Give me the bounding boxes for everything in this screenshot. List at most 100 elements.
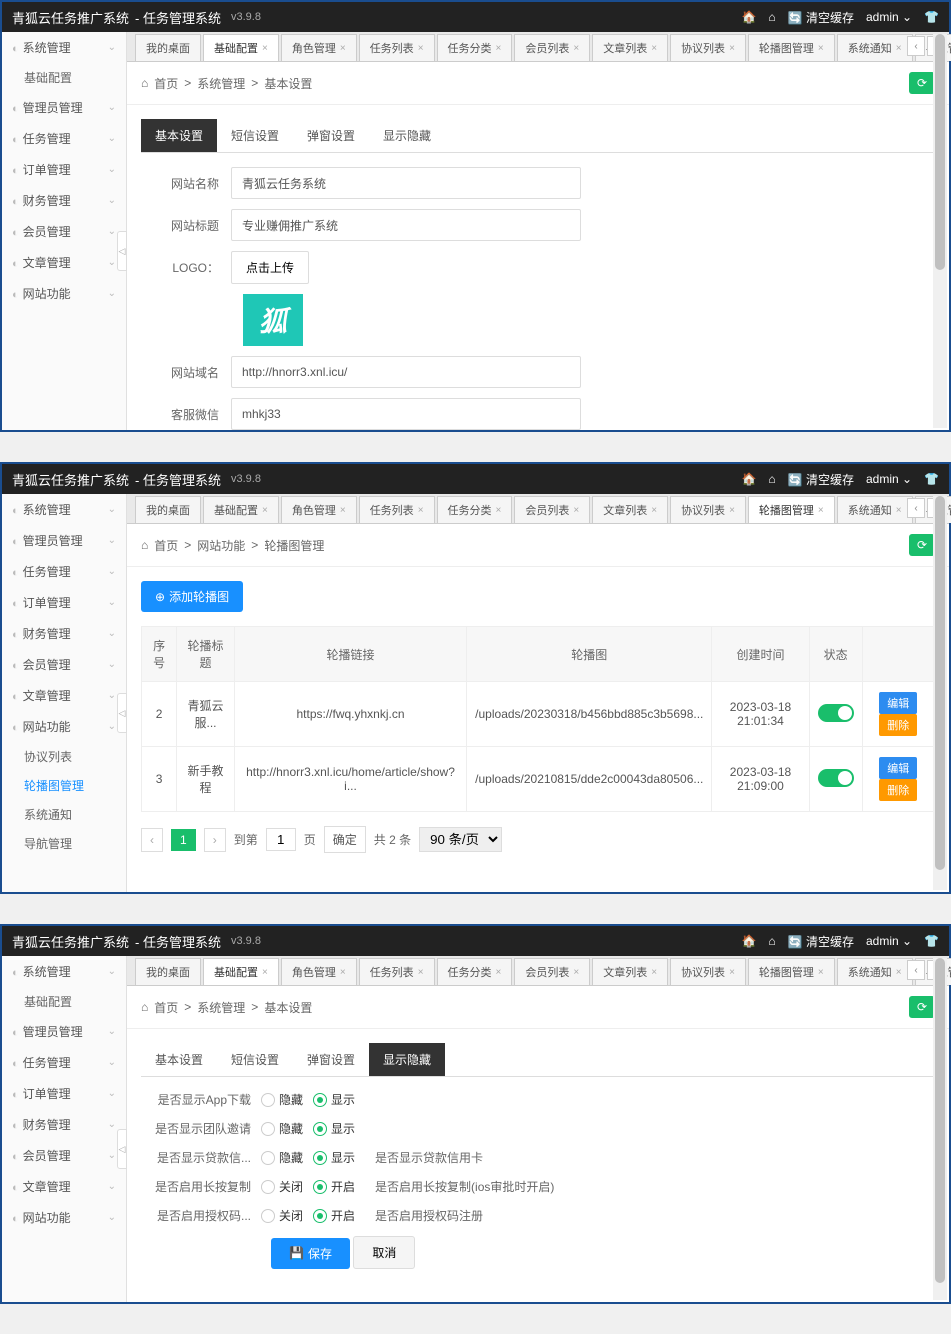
status-toggle[interactable] [818, 704, 854, 722]
tab-taskcat[interactable]: 任务分类× [437, 496, 513, 523]
tab-agreement[interactable]: 协议列表× [670, 34, 746, 61]
sidebar-item-admin[interactable]: ◐管理员管理⌄ [2, 525, 126, 556]
scrollthumb[interactable] [935, 958, 945, 1283]
sidebar-item-order[interactable]: ◐订单管理⌄ [2, 587, 126, 618]
sidebar-item-site[interactable]: ◐网站功能⌄ [2, 278, 126, 309]
tab-carousel[interactable]: 轮播图管理× [748, 34, 835, 61]
refresh-button[interactable]: ⟳ [909, 996, 935, 1018]
home-icon[interactable]: ⌂ [141, 538, 148, 552]
shirt-icon[interactable]: 👕 [924, 934, 939, 948]
crumb-home[interactable]: 首页 [154, 999, 178, 1016]
home-icon[interactable]: ⌂ [141, 76, 148, 90]
input-sitename[interactable] [231, 167, 581, 199]
sidebar-item-task[interactable]: ◐任务管理⌄ [2, 556, 126, 587]
home-icon[interactable]: ⌂ [141, 1000, 148, 1014]
subtab-sms[interactable]: 短信设置 [217, 1043, 293, 1076]
tab-tasklist[interactable]: 任务列表× [359, 958, 435, 985]
sidebar-item-order[interactable]: ◐订单管理⌄ [2, 1078, 126, 1109]
tab-desktop[interactable]: 我的桌面 [135, 496, 201, 523]
pager-perpage-select[interactable]: 90 条/页 [419, 827, 502, 852]
sidebar-item-system[interactable]: ◐系统管理⌄ [2, 494, 126, 525]
tabs-prev-button[interactable]: ‹ [907, 36, 925, 56]
radio-show[interactable]: 显示 [313, 1149, 355, 1166]
sidebar-item-site[interactable]: ◐网站功能⌄ [2, 1202, 126, 1233]
tabs-prev-button[interactable]: ‹ [907, 498, 925, 518]
sidebar-item-member[interactable]: ◐会员管理⌄ [2, 649, 126, 680]
refresh-button[interactable]: ⟳ [909, 72, 935, 94]
home-icon[interactable]: 🏠 [741, 934, 756, 948]
sidebar-item-task[interactable]: ◐任务管理⌄ [2, 123, 126, 154]
crumb-home[interactable]: 首页 [154, 75, 178, 92]
tab-taskcat[interactable]: 任务分类× [437, 958, 513, 985]
sidebar-item-article[interactable]: ◐文章管理⌄ [2, 1171, 126, 1202]
pager-confirm-button[interactable]: 确定 [324, 826, 366, 853]
tab-role[interactable]: 角色管理× [281, 496, 357, 523]
clear-cache-button[interactable]: 🔄 清空缓存 [788, 471, 854, 488]
scrollbar[interactable] [933, 958, 947, 1300]
sidebar-item-system[interactable]: ◐系统管理⌄ [2, 32, 126, 63]
close-icon[interactable]: × [573, 43, 579, 54]
sidebar-item-order[interactable]: ◐订单管理⌄ [2, 154, 126, 185]
close-icon[interactable]: × [651, 43, 657, 54]
radio-show[interactable]: 显示 [313, 1120, 355, 1137]
radio-close[interactable]: 关闭 [261, 1178, 303, 1195]
delete-button[interactable]: 删除 [879, 779, 917, 801]
refresh-button[interactable]: ⟳ [909, 534, 935, 556]
crumb-home[interactable]: 首页 [154, 537, 178, 554]
close-icon[interactable]: × [262, 43, 268, 54]
home2-icon[interactable]: ⌂ [768, 10, 775, 24]
close-icon[interactable]: × [418, 43, 424, 54]
sidebar-item-finance[interactable]: ◐财务管理⌄ [2, 1109, 126, 1140]
user-menu[interactable]: admin ⌄ [866, 472, 912, 486]
tab-memberlist[interactable]: 会员列表× [514, 496, 590, 523]
close-icon[interactable]: × [729, 43, 735, 54]
subtab-basic[interactable]: 基本设置 [141, 1043, 217, 1076]
sidebar-sub-notice[interactable]: 系统通知 [2, 800, 126, 829]
tab-basic-config[interactable]: 基础配置× [203, 34, 279, 61]
subtab-sms[interactable]: 短信设置 [217, 119, 293, 152]
sidebar-item-member[interactable]: ◐会员管理⌄ [2, 1140, 126, 1171]
tab-articlelist[interactable]: 文章列表× [592, 496, 668, 523]
pager-prev[interactable]: ‹ [141, 828, 163, 852]
tab-desktop[interactable]: 我的桌面 [135, 958, 201, 985]
subtab-display[interactable]: 显示隐藏 [369, 119, 445, 152]
close-icon[interactable]: × [896, 43, 902, 54]
sidebar-sub-nav[interactable]: 导航管理 [2, 829, 126, 858]
sidebar-item-finance[interactable]: ◐财务管理⌄ [2, 185, 126, 216]
sidebar-collapse-handle[interactable]: ◁ [117, 231, 127, 271]
subtab-basic[interactable]: 基本设置 [141, 119, 217, 152]
clear-cache-button[interactable]: 🔄 清空缓存 [788, 9, 854, 26]
home2-icon[interactable]: ⌂ [768, 472, 775, 486]
tab-tasklist[interactable]: 任务列表× [359, 496, 435, 523]
radio-close[interactable]: 关闭 [261, 1207, 303, 1224]
sidebar-item-task[interactable]: ◐任务管理⌄ [2, 1047, 126, 1078]
tab-memberlist[interactable]: 会员列表× [514, 958, 590, 985]
sidebar-item-finance[interactable]: ◐财务管理⌄ [2, 618, 126, 649]
clear-cache-button[interactable]: 🔄 清空缓存 [788, 933, 854, 950]
radio-hide[interactable]: 隐藏 [261, 1149, 303, 1166]
radio-open[interactable]: 开启 [313, 1178, 355, 1195]
sidebar-item-site[interactable]: ◐网站功能⌄ [2, 711, 126, 742]
tab-basic-config[interactable]: 基础配置× [203, 958, 279, 985]
tab-notice[interactable]: 系统通知× [837, 496, 913, 523]
sidebar-item-article[interactable]: ◐文章管理⌄ [2, 680, 126, 711]
scrollbar[interactable] [933, 496, 947, 890]
user-menu[interactable]: admin ⌄ [866, 10, 912, 24]
pager-page-1[interactable]: 1 [171, 829, 196, 851]
shirt-icon[interactable]: 👕 [924, 10, 939, 24]
tab-desktop[interactable]: 我的桌面 [135, 34, 201, 61]
tab-agreement[interactable]: 协议列表× [670, 496, 746, 523]
status-toggle[interactable] [818, 769, 854, 787]
tab-role[interactable]: 角色管理× [281, 958, 357, 985]
subtab-display[interactable]: 显示隐藏 [369, 1043, 445, 1076]
tab-notice[interactable]: 系统通知× [837, 34, 913, 61]
edit-button[interactable]: 编辑 [879, 692, 917, 714]
shirt-icon[interactable]: 👕 [924, 472, 939, 486]
radio-hide[interactable]: 隐藏 [261, 1120, 303, 1137]
sidebar-collapse-handle[interactable]: ◁ [117, 1129, 127, 1169]
radio-hide[interactable]: 隐藏 [261, 1091, 303, 1108]
tab-memberlist[interactable]: 会员列表× [514, 34, 590, 61]
tab-agreement[interactable]: 协议列表× [670, 958, 746, 985]
tab-tasklist[interactable]: 任务列表× [359, 34, 435, 61]
tab-articlelist[interactable]: 文章列表× [592, 958, 668, 985]
